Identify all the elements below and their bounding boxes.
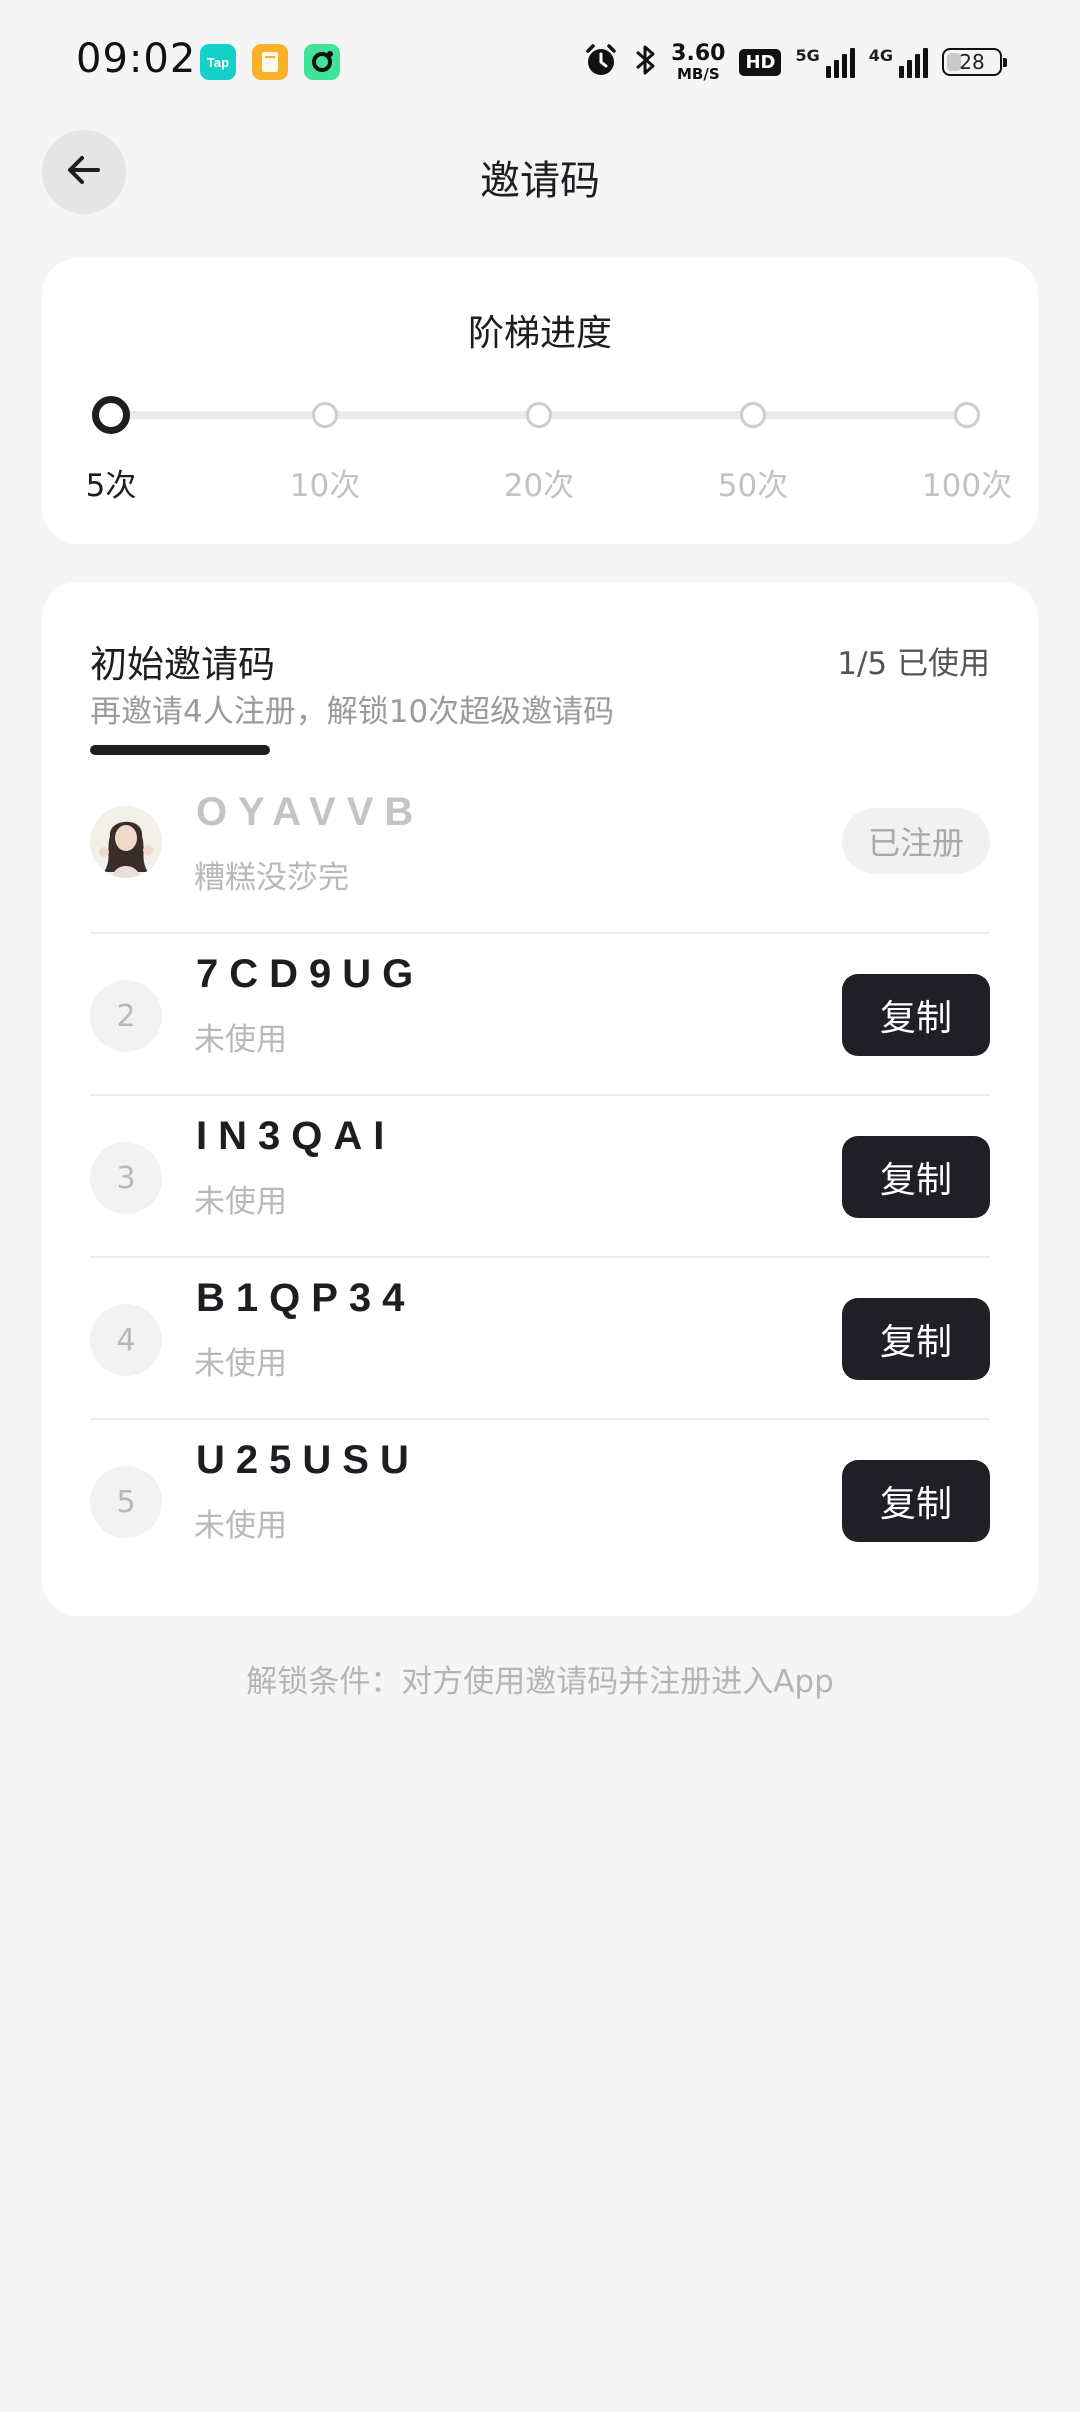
invite-code: U25USU	[196, 1438, 420, 1482]
progress-step-label-3: 20次	[503, 468, 575, 504]
progress-step-label-1: 5次	[85, 468, 137, 504]
signal-4g-icon: 4G	[869, 46, 928, 78]
codes-subtitle: 再邀请4人注册，解锁10次超级邀请码	[90, 694, 615, 730]
network-speed-unit: MB/S	[676, 64, 720, 83]
progress-step-dot-1	[92, 396, 130, 434]
registered-badge: 已注册	[842, 808, 990, 874]
battery-level: 28	[959, 50, 985, 74]
code-status: 未使用	[194, 1508, 287, 1544]
bluetooth-icon	[633, 42, 657, 82]
progress-step-label-5: 100次	[921, 468, 1013, 504]
invite-code: OYAVVB	[196, 790, 425, 834]
code-status: 糟糕没莎完	[194, 860, 349, 896]
avatar	[90, 806, 162, 878]
codes-tab-indicator	[90, 745, 270, 755]
taptap-icon-label: Tap	[206, 54, 230, 70]
copy-button[interactable]: 复制	[842, 1460, 990, 1542]
code-row-3: 3 IN3QAI 未使用 复制	[90, 1096, 990, 1258]
code-status: 未使用	[194, 1346, 287, 1382]
code-index-badge: 2	[90, 980, 162, 1052]
unlock-condition-note: 解锁条件：对方使用邀请码并注册进入App	[246, 1664, 834, 1700]
code-status: 未使用	[194, 1184, 287, 1220]
signal-4g-label: 4G	[868, 46, 893, 65]
copy-button[interactable]: 复制	[842, 1298, 990, 1380]
invite-code: IN3QAI	[196, 1114, 396, 1158]
code-status: 未使用	[194, 1022, 287, 1058]
progress-step-label-4: 50次	[717, 468, 789, 504]
code-index-badge: 4	[90, 1304, 162, 1376]
battery-icon: 28	[942, 48, 1007, 76]
progress-title: 阶梯进度	[467, 313, 612, 354]
invite-codes-card: 初始邀请码 1/5 已使用 再邀请4人注册，解锁10次超级邀请码 OYAVVB …	[42, 582, 1038, 1616]
code-row-5: 5 U25USU 未使用 复制	[90, 1420, 990, 1582]
notes-app-icon	[252, 44, 288, 80]
status-time: 09:02	[76, 36, 197, 82]
status-icons: 3.60 MB/S HD 5G 4G 28	[583, 38, 1007, 86]
codes-usage: 1/5 已使用	[837, 646, 990, 682]
network-speed-value: 3.60	[671, 40, 726, 66]
invite-code: B1QP34	[196, 1276, 416, 1320]
alarm-icon	[583, 42, 619, 82]
taptap-icon: Tap	[200, 44, 236, 80]
green-app-icon	[304, 44, 340, 80]
code-row-4: 4 B1QP34 未使用 复制	[90, 1258, 990, 1420]
copy-button[interactable]: 复制	[842, 1136, 990, 1218]
network-speed: 3.60 MB/S	[671, 40, 726, 83]
codes-title: 初始邀请码	[90, 643, 275, 686]
code-index-badge: 5	[90, 1466, 162, 1538]
progress-step-dot-3	[526, 402, 552, 428]
code-row-1: OYAVVB 糟糕没莎完 已注册	[90, 772, 990, 934]
copy-button[interactable]: 复制	[842, 974, 990, 1056]
progress-step-dot-2	[312, 402, 338, 428]
hd-icon: HD	[739, 48, 782, 76]
signal-5g-icon: 5G	[795, 46, 855, 78]
progress-step-dot-4	[740, 402, 766, 428]
progress-step-dot-5	[954, 402, 980, 428]
code-row-2: 2 7CD9UG 未使用 复制	[90, 934, 990, 1096]
invite-code: 7CD9UG	[196, 952, 425, 996]
code-index-badge: 3	[90, 1142, 162, 1214]
page-title: 邀请码	[480, 158, 600, 204]
progress-step-label-2: 10次	[289, 468, 361, 504]
signal-5g-label: 5G	[795, 46, 820, 65]
status-bar: 09:02 Tap 3.60 MB/S HD 5G 4G 28	[0, 0, 1080, 124]
